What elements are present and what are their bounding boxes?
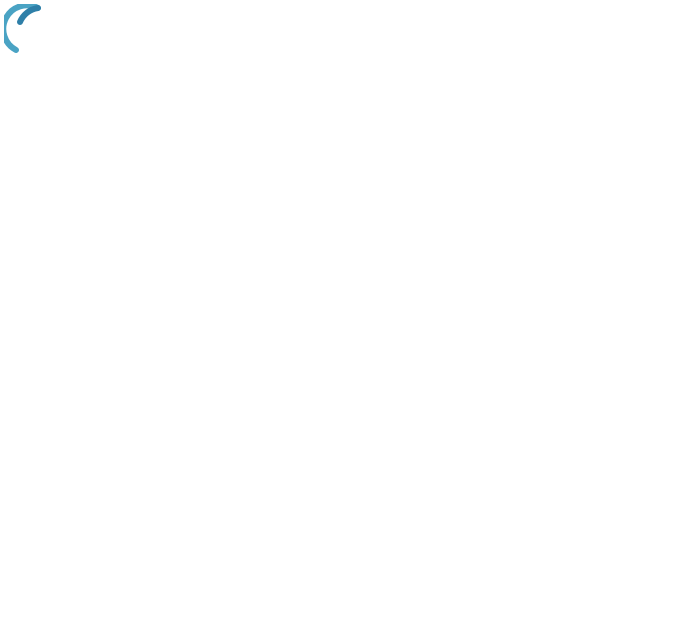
ionogram-app-window: { "header": { "logo_top": "Lowell", "log… [0,0,700,600]
ionogram-plot [0,0,700,600]
muf-distance-table [7,556,20,634]
